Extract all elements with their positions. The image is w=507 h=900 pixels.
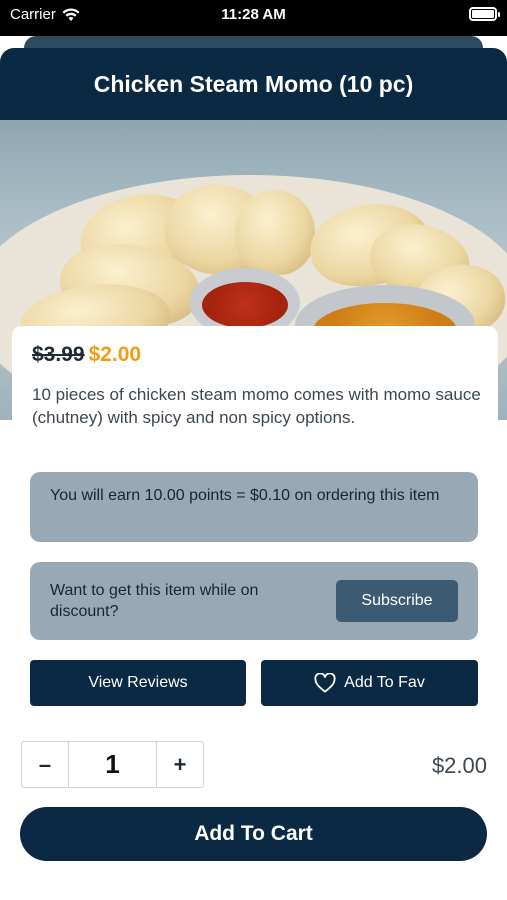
- price-row: $3.99 $2.00: [32, 343, 141, 367]
- product-details-card: $3.99 $2.00 10 pieces of chicken steam m…: [12, 326, 498, 720]
- subscribe-button[interactable]: Subscribe: [336, 580, 458, 622]
- status-time: 11:28 AM: [221, 6, 286, 23]
- cart-bar: – 1 + $2.00 Add To Cart: [0, 720, 507, 900]
- quantity-stepper: – 1 +: [21, 741, 204, 788]
- product-description: 10 pieces of chicken steam momo comes wi…: [32, 385, 481, 427]
- battery-icon: [469, 7, 500, 21]
- decrease-quantity-button[interactable]: –: [22, 742, 68, 787]
- dumpling-shape: [235, 190, 315, 275]
- quantity-value: 1: [68, 742, 157, 787]
- increase-quantity-button[interactable]: +: [157, 742, 203, 787]
- points-info-box: You will earn 10.00 points = $0.10 on or…: [30, 472, 478, 542]
- points-text: You will earn 10.00 points = $0.10 on or…: [50, 487, 440, 504]
- add-to-cart-button[interactable]: Add To Cart: [20, 807, 487, 861]
- original-price: $3.99: [32, 343, 85, 366]
- subscribe-button-label: Subscribe: [361, 592, 433, 609]
- view-reviews-label: View Reviews: [88, 674, 188, 691]
- heart-icon: [314, 673, 336, 693]
- page-title: Chicken Steam Momo (10 pc): [93, 70, 414, 97]
- add-to-fav-button[interactable]: Add To Fav: [261, 660, 478, 706]
- add-to-cart-label: Add To Cart: [194, 822, 313, 845]
- discounted-price: $2.00: [88, 343, 142, 366]
- subscribe-text: Want to get this item while on discount?: [50, 582, 259, 620]
- nav-bar: Chicken Steam Momo (10 pc): [0, 48, 507, 120]
- status-bar: Carrier 11:28 AM: [0, 0, 507, 36]
- view-reviews-button[interactable]: View Reviews: [30, 660, 246, 706]
- add-to-fav-label: Add To Fav: [344, 674, 425, 691]
- subscribe-box: Want to get this item while on discount?…: [30, 562, 478, 640]
- total-price: $2.00: [431, 753, 487, 778]
